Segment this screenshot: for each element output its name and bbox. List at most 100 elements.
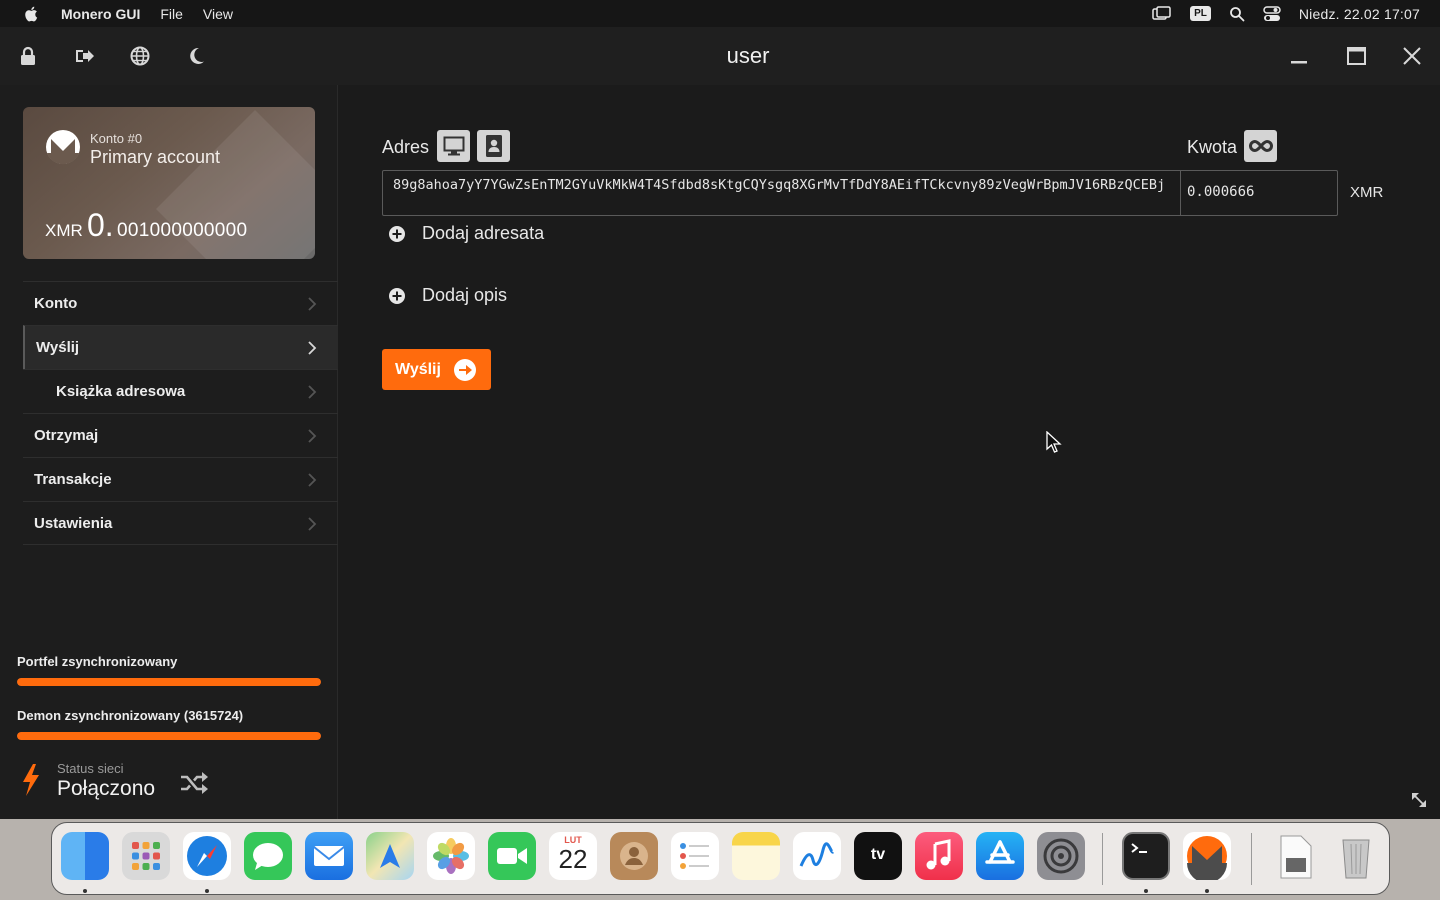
send-button[interactable]: Wyślij <box>382 349 491 390</box>
dock-finder-icon[interactable] <box>61 832 109 880</box>
shuffle-icon[interactable] <box>179 771 209 795</box>
dock-freeform-icon[interactable] <box>793 832 841 880</box>
sidebar-item-otrzymaj[interactable]: Otrzymaj <box>23 413 338 457</box>
sidebar-item-transakcje[interactable]: Transakcje <box>23 457 338 501</box>
minimize-icon[interactable] <box>1286 43 1312 69</box>
amount-input[interactable]: 0.000666 <box>1180 170 1338 216</box>
send-panel: Adres Kwota 89g8ahoa7yY7YGwZsEnTM2GYuVkM… <box>339 85 1440 819</box>
dock-calendar-icon[interactable]: LUT 22 <box>549 832 597 880</box>
calendar-day: 22 <box>558 844 588 874</box>
dock-photos-icon[interactable] <box>427 832 475 880</box>
sidebar-item-label: Wyślij <box>36 339 80 356</box>
dock-separator <box>1102 833 1103 885</box>
daemon-sync-progress-fill <box>17 732 321 740</box>
monero-logo-icon <box>46 130 80 165</box>
balance-currency: XMR <box>45 221 83 240</box>
control-center-icon[interactable] <box>1263 5 1281 22</box>
dock-app-store-icon[interactable] <box>976 832 1024 880</box>
maximize-icon[interactable] <box>1343 43 1369 69</box>
close-window-icon[interactable] <box>1399 43 1425 69</box>
sidebar-item-label: Ustawienia <box>34 514 113 532</box>
tv-label: tv <box>870 846 886 863</box>
send-all-button[interactable] <box>1244 130 1277 162</box>
running-indicator <box>83 889 87 893</box>
address-label: Adres <box>382 137 430 157</box>
amount-label: Kwota <box>1187 137 1238 157</box>
sidebar-item-label: Konto <box>34 295 78 312</box>
qr-scan-button[interactable] <box>437 130 470 162</box>
input-source-badge[interactable]: PL <box>1190 6 1211 21</box>
add-recipient-link[interactable]: Dodaj adresata <box>388 223 544 244</box>
network-status-value: Połączono <box>57 777 156 800</box>
dock-launchpad-icon[interactable] <box>122 832 170 880</box>
dock-facetime-icon[interactable] <box>488 832 536 880</box>
account-card[interactable]: Konto #0 Primary account XMR 0. 00100000… <box>23 107 315 259</box>
dock-terminal-icon[interactable] <box>1122 832 1170 880</box>
dock-notes-icon[interactable] <box>732 832 780 880</box>
dock-preview-document-icon[interactable] <box>1271 832 1319 880</box>
add-description-label: Dodaj opis <box>422 285 508 305</box>
sidebar-item-ustawienia[interactable]: Ustawienia <box>23 501 338 545</box>
running-indicator <box>1144 889 1148 893</box>
running-indicator <box>205 889 209 893</box>
wallet-sync-progress-fill <box>17 678 321 686</box>
chevron-right-icon <box>308 429 317 443</box>
dock-system-settings-icon[interactable] <box>1037 832 1085 880</box>
account-number: Konto #0 <box>90 131 143 146</box>
chevron-right-icon <box>308 517 317 531</box>
dock-messages-icon[interactable] <box>244 832 292 880</box>
address-input[interactable]: 89g8ahoa7yY7YGwZsEnTM2GYuVkMkW4T4Sfdbd8s… <box>382 170 1181 216</box>
address-book-button[interactable] <box>477 130 510 162</box>
mouse-cursor-icon <box>1046 431 1062 453</box>
dock-safari-icon[interactable] <box>183 832 231 880</box>
sidebar: Konto #0 Primary account XMR 0. 00100000… <box>0 85 338 819</box>
infinity-icon <box>1248 139 1273 153</box>
add-description-link[interactable]: Dodaj opis <box>388 285 507 306</box>
network-status-label: Status sieci <box>57 761 124 776</box>
dock-trash-icon[interactable] <box>1332 832 1380 880</box>
dock-reminders-icon[interactable] <box>671 832 719 880</box>
dock-contacts-icon[interactable] <box>610 832 658 880</box>
chevron-right-icon <box>308 297 317 311</box>
send-button-label: Wyślij <box>395 360 441 378</box>
account-name: Primary account <box>90 147 221 167</box>
resize-handle-icon[interactable] <box>1410 791 1428 809</box>
dock-mail-icon[interactable] <box>305 832 353 880</box>
balance-fraction: 001000000000 <box>117 220 248 241</box>
screen-mirroring-icon[interactable] <box>1152 5 1172 22</box>
wallet-sync-label: Portfel zsynchronizowany <box>17 654 178 669</box>
daemon-sync-label: Demon zsynchronizowany (3615724) <box>17 708 244 723</box>
menubar-clock[interactable]: Niedz. 22.02 17:07 <box>1299 6 1420 22</box>
sidebar-item-wyslij[interactable]: Wyślij <box>23 325 338 369</box>
dock-monero-gui-icon[interactable] <box>1183 832 1231 883</box>
dock-maps-icon[interactable] <box>366 832 414 880</box>
sidebar-item-ksiazka-adresowa[interactable]: Książka adresowa <box>23 369 338 413</box>
monitor-icon <box>443 136 464 156</box>
plus-circle-icon <box>389 287 405 304</box>
chevron-right-icon <box>308 341 317 355</box>
sidebar-item-konto[interactable]: Konto <box>23 281 338 325</box>
running-indicator <box>1205 889 1209 893</box>
apple-menu-icon[interactable] <box>23 5 41 23</box>
app-titlebar: user <box>0 27 1440 85</box>
window-title: user <box>726 43 770 68</box>
address-book-icon <box>485 135 502 157</box>
plus-circle-icon <box>389 225 405 242</box>
spotlight-search-icon[interactable] <box>1229 6 1245 22</box>
dock-apple-tv-icon[interactable]: tv <box>854 832 902 880</box>
sidebar-item-label: Transakcje <box>34 471 112 488</box>
balance-integer: 0. <box>87 207 114 243</box>
chevron-right-icon <box>308 473 317 487</box>
wallet-sync-progress <box>17 678 321 686</box>
menubar-app-name[interactable]: Monero GUI <box>61 6 140 22</box>
menubar: Monero GUI File View PL Niedz. 22.02 17:… <box>0 0 1440 27</box>
amount-currency: XMR <box>1350 184 1384 201</box>
lightning-bolt-icon <box>23 764 39 796</box>
add-recipient-label: Dodaj adresata <box>422 223 545 243</box>
dock: LUT 22 tv <box>51 822 1390 895</box>
dock-music-icon[interactable] <box>915 832 963 880</box>
menu-view[interactable]: View <box>203 6 233 22</box>
sidebar-item-label: Książka adresowa <box>56 383 186 400</box>
menu-file[interactable]: File <box>160 6 183 22</box>
dock-separator <box>1251 833 1252 885</box>
